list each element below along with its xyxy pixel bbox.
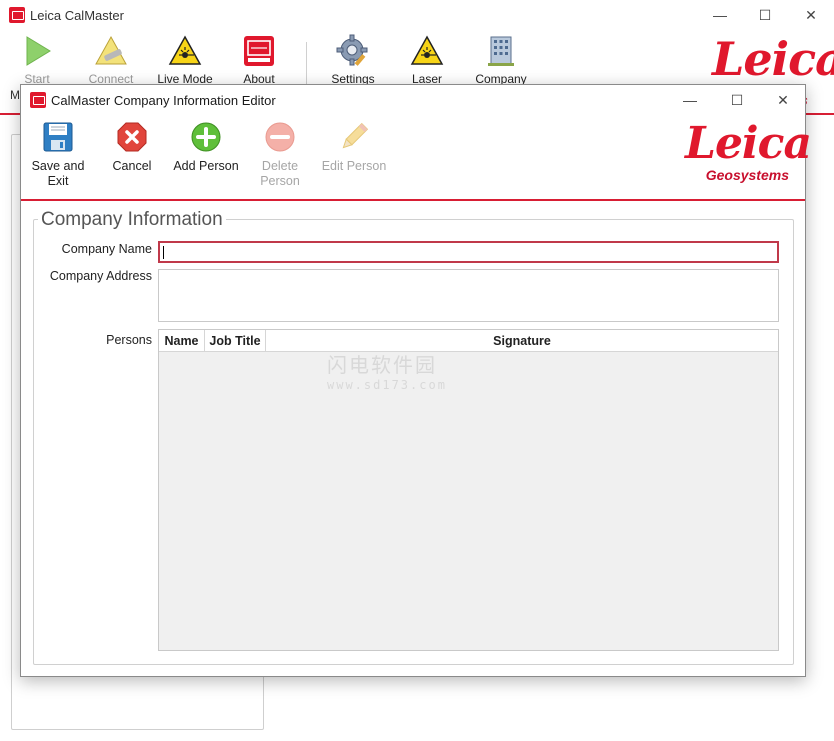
main-toolbar: Start Connect Live Mode About Settings L…	[0, 32, 834, 88]
persons-label: Persons	[106, 333, 152, 347]
maximize-icon[interactable]: ☐	[755, 6, 775, 24]
main-window-title: Leica CalMaster	[30, 8, 124, 23]
calmaster-icon	[244, 36, 274, 66]
close-icon[interactable]: ✕	[801, 6, 821, 24]
floppy-disk-icon	[43, 122, 73, 152]
leica-logo-text: Leica	[712, 32, 834, 86]
company-button[interactable]: Company	[466, 32, 536, 86]
column-header-name[interactable]: Name	[159, 330, 205, 352]
persons-table-header: Name Job Title Signature	[159, 330, 778, 352]
company-address-label: Company Address	[49, 269, 152, 283]
save-and-exit-label: Save and Exit	[31, 159, 85, 188]
main-titlebar: Leica CalMaster — ☐ ✕	[0, 0, 834, 30]
play-icon	[26, 36, 51, 66]
pencil-icon	[342, 122, 369, 149]
cancel-button[interactable]: Cancel	[97, 119, 167, 174]
calmaster-app-icon	[30, 92, 46, 108]
company-name-label: Company Name	[61, 242, 152, 256]
dialog-accent-line	[21, 199, 805, 201]
delete-person-button[interactable]: Delete Person	[245, 119, 315, 189]
minimize-icon[interactable]: —	[680, 91, 700, 109]
add-person-button[interactable]: Add Person	[171, 119, 241, 174]
delete-person-label: Delete Person	[260, 159, 300, 188]
dialog-toolbar: Save and Exit Cancel Add Person Delete P…	[21, 115, 812, 199]
cancel-icon	[117, 122, 147, 152]
delete-icon	[265, 122, 295, 152]
laser-warning-icon	[168, 35, 202, 65]
save-and-exit-button[interactable]: Save and Exit	[23, 119, 93, 189]
column-header-job-title[interactable]: Job Title	[205, 330, 266, 352]
leica-logo-text: Leica	[685, 118, 812, 169]
edit-person-label: Edit Person	[321, 159, 387, 173]
column-header-signature[interactable]: Signature	[266, 330, 778, 352]
connect-button[interactable]: Connect	[76, 32, 146, 86]
calmaster-app-icon	[9, 7, 25, 23]
live-mode-button[interactable]: Live Mode	[150, 32, 220, 86]
about-button[interactable]: About	[224, 32, 294, 86]
partial-label: M	[10, 88, 20, 102]
persons-table[interactable]: Name Job Title Signature	[158, 329, 779, 651]
minimize-icon[interactable]: —	[710, 6, 730, 24]
company-name-input[interactable]	[158, 241, 779, 263]
dialog-titlebar: CalMaster Company Information Editor — ☐…	[21, 85, 805, 115]
laser-warning-icon	[410, 35, 444, 65]
settings-button[interactable]: Settings	[318, 32, 388, 86]
company-address-input[interactable]	[158, 269, 779, 322]
maximize-icon[interactable]: ☐	[727, 91, 747, 109]
dialog-title: CalMaster Company Information Editor	[51, 93, 276, 108]
text-caret	[163, 246, 164, 259]
leica-logo: Leica	[712, 36, 834, 82]
gear-icon	[336, 34, 368, 66]
cancel-label: Cancel	[112, 159, 152, 173]
toolbar-separator	[306, 42, 307, 86]
leica-geosystems-logo: Leica Geosystems	[685, 118, 812, 184]
building-icon	[488, 36, 514, 66]
start-button[interactable]: Start	[2, 32, 72, 86]
close-icon[interactable]: ✕	[773, 91, 793, 109]
laser-button[interactable]: Laser	[392, 32, 462, 86]
group-title: Company Information	[38, 209, 226, 231]
add-person-label: Add Person	[173, 159, 239, 173]
company-editor-dialog: CalMaster Company Information Editor — ☐…	[20, 84, 812, 677]
add-icon	[191, 122, 221, 152]
edit-person-button[interactable]: Edit Person	[319, 119, 389, 174]
connect-icon	[95, 35, 127, 65]
geosystems-logo-text: Geosystems	[705, 167, 789, 183]
